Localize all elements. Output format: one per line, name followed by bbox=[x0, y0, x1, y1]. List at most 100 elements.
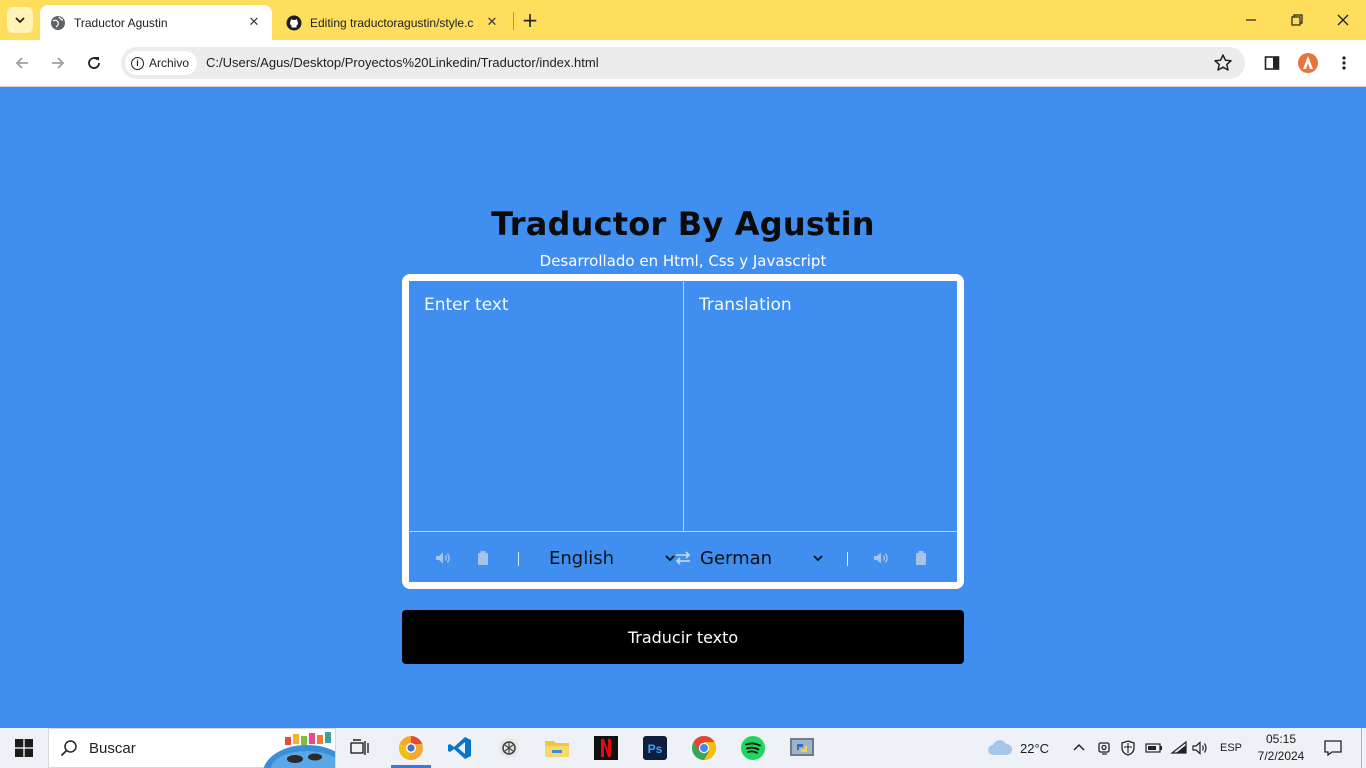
tray-battery[interactable] bbox=[1145, 728, 1163, 768]
forward-button[interactable] bbox=[45, 50, 71, 76]
vscode-icon bbox=[448, 737, 471, 759]
taskbar-netflix[interactable] bbox=[582, 728, 630, 768]
bookmark-star-icon[interactable] bbox=[1213, 53, 1233, 73]
browser-tab-bar: Traductor Agustin ✕ Editing traductoragu… bbox=[0, 0, 1366, 40]
windows-logo-icon bbox=[15, 739, 33, 757]
tab-search-button[interactable] bbox=[7, 7, 33, 33]
translator-controls: English German bbox=[409, 531, 957, 582]
translator-panel: Enter text Translation English German bbox=[409, 281, 957, 582]
tray-network[interactable] bbox=[1170, 728, 1188, 768]
browser-menu-button[interactable] bbox=[1332, 51, 1356, 75]
source-text-input[interactable]: Enter text bbox=[409, 281, 684, 531]
webcam-icon bbox=[1098, 742, 1110, 755]
chatgpt-icon bbox=[499, 738, 519, 758]
translator-card: Enter text Translation English German bbox=[402, 274, 964, 589]
minimize-icon bbox=[1246, 19, 1256, 21]
tray-meet-now[interactable] bbox=[1097, 728, 1113, 768]
profile-avatar[interactable] bbox=[1296, 51, 1320, 75]
taskbar-file-explorer[interactable] bbox=[533, 728, 581, 768]
restore-button[interactable] bbox=[1274, 0, 1320, 40]
chevron-down-icon bbox=[813, 555, 823, 562]
taskbar-photoshop[interactable]: Ps bbox=[631, 728, 679, 768]
shield-icon bbox=[1121, 740, 1135, 756]
chrome-icon bbox=[692, 736, 717, 760]
search-icon bbox=[49, 739, 89, 757]
python-icon bbox=[790, 738, 814, 756]
taskbar-search-box[interactable]: Buscar bbox=[48, 728, 336, 768]
target-language-select[interactable]: German bbox=[700, 545, 824, 571]
taskbar-spotify[interactable] bbox=[729, 728, 777, 768]
target-copy-icon[interactable] bbox=[913, 550, 929, 566]
notifications-button[interactable] bbox=[1324, 728, 1342, 768]
controls-divider bbox=[847, 552, 848, 566]
side-panel-button[interactable] bbox=[1260, 51, 1284, 75]
source-copy-icon[interactable] bbox=[475, 550, 491, 566]
taskbar-python[interactable] bbox=[778, 728, 826, 768]
weather-widget[interactable]: 22°C bbox=[986, 728, 1049, 768]
translation-output[interactable]: Translation bbox=[684, 281, 957, 531]
task-view-icon bbox=[350, 739, 369, 755]
avatar-icon bbox=[1298, 53, 1318, 73]
swap-languages-icon[interactable] bbox=[674, 550, 692, 566]
spotify-icon bbox=[741, 736, 765, 760]
windows-taskbar: Buscar Ps 22°C ESP 05:15 7/2/2024 bbox=[0, 728, 1366, 768]
taskbar-vscode[interactable] bbox=[436, 728, 484, 768]
reload-button[interactable] bbox=[81, 50, 107, 76]
new-tab-button[interactable]: + bbox=[518, 8, 542, 32]
taskbar-chrome-canary[interactable] bbox=[387, 728, 435, 768]
arrow-right-icon bbox=[52, 57, 65, 69]
controls-divider bbox=[518, 552, 519, 566]
url-text[interactable]: C:/Users/Agus/Desktop/Proyectos%20Linked… bbox=[206, 55, 599, 70]
side-panel-icon bbox=[1264, 56, 1280, 70]
close-window-button[interactable] bbox=[1320, 0, 1366, 40]
chrome-canary-icon bbox=[399, 736, 423, 760]
globe-icon bbox=[51, 15, 65, 30]
photoshop-icon: Ps bbox=[643, 736, 667, 760]
minimize-button[interactable] bbox=[1228, 0, 1274, 40]
close-tab-icon[interactable]: ✕ bbox=[246, 15, 262, 31]
page-subtitle: Desarrollado en Html, Css y Javascript bbox=[539, 252, 827, 270]
wifi-icon bbox=[1170, 740, 1187, 754]
search-highlight-illustration-icon bbox=[263, 732, 335, 768]
source-language-select[interactable]: English bbox=[549, 545, 676, 571]
cloud-icon bbox=[988, 740, 1013, 755]
clock-time: 05:15 bbox=[1265, 732, 1297, 746]
chevron-up-icon bbox=[1073, 743, 1085, 751]
translator-page: Traductor By Agustin Desarrollado en Htm… bbox=[0, 88, 1366, 728]
taskbar-clock[interactable]: 05:15 7/2/2024 bbox=[1252, 731, 1310, 765]
tab-traductor-agustin[interactable]: Traductor Agustin ✕ bbox=[40, 5, 272, 40]
reload-icon bbox=[88, 57, 100, 69]
page-title: Traductor By Agustin bbox=[491, 205, 875, 243]
show-hidden-icons-button[interactable] bbox=[1072, 728, 1086, 768]
translation-placeholder: Translation bbox=[699, 295, 792, 315]
tray-volume[interactable] bbox=[1192, 728, 1210, 768]
info-icon: i bbox=[131, 56, 144, 70]
taskbar-chrome[interactable] bbox=[680, 728, 728, 768]
start-button[interactable] bbox=[0, 728, 48, 768]
tab-title: Editing traductoragustin/style.c bbox=[310, 15, 474, 30]
chevron-down-icon bbox=[15, 17, 25, 24]
notification-icon bbox=[1324, 740, 1342, 757]
address-bar[interactable]: i Archivo C:/Users/Agus/Desktop/Proyecto… bbox=[121, 47, 1245, 79]
svg-text:Ps: Ps bbox=[648, 742, 663, 756]
translate-button[interactable]: Traducir texto bbox=[402, 610, 964, 664]
restore-icon bbox=[1291, 14, 1303, 26]
show-desktop-button[interactable] bbox=[1361, 728, 1366, 768]
security-label: Archivo bbox=[149, 56, 190, 70]
site-info-chip[interactable]: i Archivo bbox=[125, 51, 198, 75]
github-icon bbox=[286, 15, 302, 30]
source-speaker-icon[interactable] bbox=[435, 550, 451, 566]
taskbar-chatgpt[interactable] bbox=[485, 728, 533, 768]
tab-divider bbox=[513, 12, 514, 30]
tab-editing-style[interactable]: Editing traductoragustin/style.c ✕ bbox=[276, 5, 510, 40]
tray-security[interactable] bbox=[1120, 728, 1136, 768]
weather-temperature: 22°C bbox=[1020, 740, 1050, 756]
back-button[interactable] bbox=[9, 50, 35, 76]
close-icon bbox=[1337, 14, 1349, 26]
file-explorer-icon bbox=[545, 741, 569, 757]
close-tab-icon[interactable]: ✕ bbox=[484, 15, 500, 31]
task-view-button[interactable] bbox=[336, 728, 384, 768]
target-speaker-icon[interactable] bbox=[873, 550, 889, 566]
tray-input-language[interactable]: ESP bbox=[1220, 728, 1242, 768]
netflix-icon bbox=[594, 736, 618, 760]
